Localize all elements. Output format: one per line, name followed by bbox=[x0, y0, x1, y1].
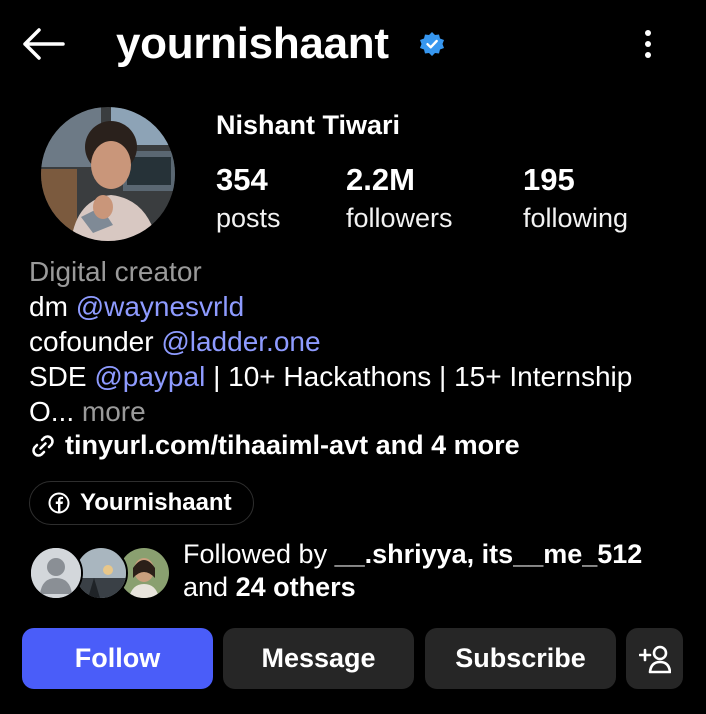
verified-badge-icon bbox=[420, 32, 444, 56]
following-label: following bbox=[523, 203, 629, 233]
message-button[interactable]: Message bbox=[223, 628, 414, 689]
bio-more-link[interactable]: more bbox=[82, 396, 146, 427]
mention-ladder-one[interactable]: @ladder.one bbox=[161, 326, 320, 357]
mutual-avatar bbox=[29, 546, 83, 600]
suggested-accounts-button[interactable] bbox=[626, 628, 683, 689]
facebook-icon bbox=[48, 492, 70, 514]
bio-line-sde: SDE @paypal | 10+ Hackathons | 15+ Inter… bbox=[29, 359, 689, 394]
facebook-profile-chip[interactable]: Yournishaant bbox=[29, 481, 254, 525]
followed-by-and: and bbox=[183, 572, 236, 602]
followed-by-prefix: Followed by bbox=[183, 539, 335, 569]
subscribe-button[interactable]: Subscribe bbox=[425, 628, 616, 689]
more-options-button[interactable] bbox=[630, 24, 666, 64]
bio-link-text: tinyurl.com/tihaaiml-avt and 4 more bbox=[65, 430, 520, 460]
posts-label: posts bbox=[216, 203, 281, 233]
bio-line-truncated: O... more bbox=[29, 394, 689, 429]
bio-sde-prefix: SDE bbox=[29, 361, 95, 392]
following-stat[interactable]: 195 following bbox=[523, 162, 628, 238]
followed-by-text: Followed by __.shriyya, its__me_512 and … bbox=[183, 538, 642, 604]
bio-line-cofounder: cofounder @ladder.one bbox=[29, 324, 689, 359]
followed-by-names: __.shriyya, its__me_512 bbox=[334, 539, 643, 569]
profile-avatar[interactable] bbox=[41, 107, 175, 241]
posts-count: 354 bbox=[216, 162, 268, 197]
bio-category: Digital creator bbox=[29, 256, 202, 287]
followers-stat[interactable]: 2.2M followers bbox=[346, 162, 453, 238]
bio-sde-suffix: | 10+ Hackathons | 15+ Internship bbox=[205, 361, 633, 392]
back-arrow-icon bbox=[23, 28, 65, 60]
followers-label: followers bbox=[346, 203, 453, 233]
bio-cofounder-prefix: cofounder bbox=[29, 326, 162, 357]
followed-by-section[interactable]: Followed by __.shriyya, its__me_512 and … bbox=[29, 538, 689, 606]
followed-by-others: 24 others bbox=[235, 572, 356, 602]
profile-full-name: Nishant Tiwari bbox=[216, 110, 401, 140]
back-button[interactable] bbox=[18, 22, 68, 66]
bio-line-dm: dm @waynesvrld bbox=[29, 289, 689, 324]
profile-header: yournishaant bbox=[0, 0, 706, 90]
profile-bio: Digital creator dm @waynesvrld cofounder… bbox=[29, 254, 689, 429]
bio-link[interactable]: tinyurl.com/tihaaiml-avt and 4 more bbox=[29, 430, 520, 461]
followers-count: 2.2M bbox=[346, 162, 415, 197]
more-vertical-icon bbox=[645, 30, 651, 58]
mention-waynesvrld[interactable]: @waynesvrld bbox=[76, 291, 244, 322]
bio-dm-prefix: dm bbox=[29, 291, 76, 322]
add-person-icon bbox=[638, 645, 671, 673]
following-count: 195 bbox=[523, 162, 575, 197]
posts-stat[interactable]: 354 posts bbox=[216, 162, 281, 238]
profile-username: yournishaant bbox=[116, 19, 389, 68]
mention-paypal[interactable]: @paypal bbox=[94, 361, 205, 392]
facebook-chip-label: Yournishaant bbox=[80, 489, 232, 516]
bio-truncated-text: O... bbox=[29, 396, 75, 427]
follow-button[interactable]: Follow bbox=[22, 628, 213, 689]
link-icon bbox=[32, 434, 54, 457]
